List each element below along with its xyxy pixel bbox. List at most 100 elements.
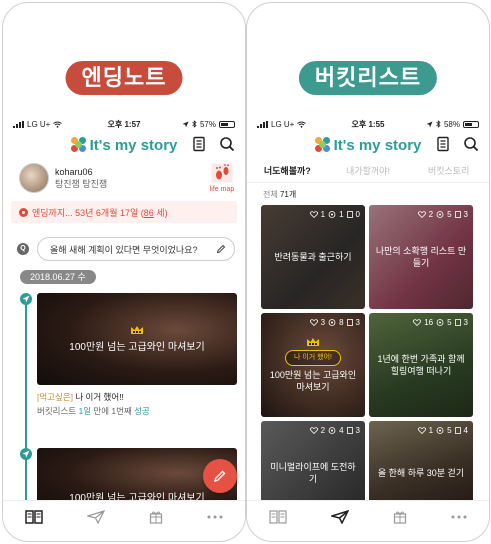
- ending-note-phone: 엔딩노트 LG U+ 오후 1:57 57% It's my story koh…: [2, 2, 246, 542]
- battery-icon: [463, 120, 479, 128]
- entries-count: 3: [463, 318, 468, 327]
- views-count: 5: [447, 210, 452, 219]
- entries-count: 0: [355, 210, 360, 219]
- timeline-date: 2018.06.27 수: [20, 270, 96, 284]
- question-badge: Q: [17, 243, 29, 255]
- bucket-card-title: 미니멀라이프에 도전하기: [270, 462, 356, 484]
- entry-meta-status: 성공: [134, 406, 150, 416]
- view-icon: [328, 427, 336, 434]
- logo-icon: [70, 137, 87, 153]
- tab-try-too[interactable]: 너도해볼까?: [247, 159, 328, 182]
- section-label-bucket-list: 버킷리스트: [298, 61, 438, 95]
- card-stats: 16 5 3: [413, 318, 468, 327]
- entry-meta-prefix: 버킷리스트: [37, 406, 79, 416]
- app-header: It's my story: [3, 133, 245, 157]
- status-bar: LG U+ 오후 1:55 58%: [257, 117, 479, 131]
- total-count: 전체 71개: [263, 189, 296, 200]
- battery-percent: 57%: [199, 119, 216, 129]
- timeline-send-icon: [20, 293, 32, 305]
- app-header: It's my story: [247, 133, 489, 157]
- views-count: 1: [339, 210, 344, 219]
- tab-bucket-story[interactable]: 버킷스토리: [408, 159, 489, 182]
- view-icon: [436, 319, 444, 326]
- entry-category[interactable]: [먹고싶은]: [37, 392, 73, 402]
- countdown-prefix: 엔딩까지... 53년 6개월 17일 (: [32, 207, 144, 218]
- question-text: 올해 새해 계획이 있다면 무엇이었나요?: [50, 244, 198, 255]
- crown-icon: [131, 326, 143, 334]
- notebook-icon[interactable]: [435, 136, 451, 152]
- entries-count: 3: [463, 210, 468, 219]
- tab-will-do[interactable]: 내가할꺼야!: [328, 159, 409, 182]
- more-icon[interactable]: [207, 515, 223, 519]
- doc-icon: [454, 427, 461, 434]
- question-input[interactable]: 올해 새해 계획이 있다면 무엇이었나요?: [37, 237, 235, 261]
- notebook-icon[interactable]: [191, 136, 207, 152]
- book-icon[interactable]: [25, 509, 43, 524]
- logo-icon: [314, 137, 331, 153]
- timeline-line: [25, 295, 27, 500]
- book-icon[interactable]: [269, 509, 287, 524]
- bucket-card-title: 나만의 소확행 리스트 만들기: [375, 246, 467, 268]
- bucket-card[interactable]: 16 5 3 1년에 한번 가족과 함께 힐링여행 떠나기: [369, 313, 473, 417]
- app-logo[interactable]: It's my story: [70, 137, 177, 154]
- more-icon[interactable]: [451, 515, 467, 519]
- countdown-suffix: 세): [153, 207, 168, 218]
- bluetooth-icon: [192, 120, 197, 128]
- pencil-icon[interactable]: [216, 244, 226, 254]
- write-fab-button[interactable]: [203, 459, 237, 493]
- gift-icon[interactable]: [149, 510, 163, 524]
- bucket-card-title: 1년에 한번 가족과 함께 힐링여행 떠나기: [377, 354, 465, 376]
- likes-count: 16: [424, 318, 434, 327]
- card-stats: 2 4 3: [309, 426, 360, 435]
- pencil-icon: [214, 470, 226, 482]
- doc-icon: [454, 211, 461, 218]
- app-logo[interactable]: It's my story: [314, 136, 422, 154]
- ending-countdown-banner: 엔딩까지... 53년 6개월 17일 (86 세): [11, 201, 237, 223]
- likes-count: 2: [428, 210, 434, 219]
- card-stats: 1 1 0: [309, 210, 360, 219]
- heart-icon: [309, 319, 318, 326]
- send-icon[interactable]: [331, 509, 349, 524]
- likes-count: 3: [320, 318, 326, 327]
- bucket-card[interactable]: 2 4 3 미니멀라이프에 도전하기: [261, 421, 365, 503]
- send-icon[interactable]: [87, 509, 105, 524]
- daily-question: Q 올해 새해 계획이 있다면 무엇이었나요?: [17, 237, 235, 261]
- username: koharu06: [55, 167, 93, 177]
- doc-icon: [454, 319, 461, 326]
- bucket-card[interactable]: 1 5 4 올 한해 하루 30분 걷기: [369, 421, 473, 503]
- entries-count: 4: [463, 426, 468, 435]
- bucket-card[interactable]: 1 1 0 반려동물과 출근하기: [261, 205, 365, 309]
- location-icon: [182, 121, 189, 127]
- bucket-list-phone: 버킷리스트 LG U+ 오후 1:55 58% It's my story 너도…: [246, 2, 490, 542]
- search-icon[interactable]: [219, 136, 235, 152]
- gift-icon[interactable]: [393, 510, 407, 524]
- bucket-card[interactable]: 2 5 3 나만의 소확행 리스트 만들기: [369, 205, 473, 309]
- location-icon: [426, 121, 433, 127]
- heart-icon: [417, 211, 426, 218]
- search-icon[interactable]: [463, 136, 479, 152]
- countdown-age: 86: [143, 207, 154, 218]
- bucket-tabs: 너도해볼까? 내가할꺼야! 버킷스토리: [247, 159, 489, 183]
- status-bar: LG U+ 오후 1:57 57%: [13, 117, 235, 131]
- lifemap-button[interactable]: life map: [207, 163, 237, 193]
- countdown-icon: [19, 207, 28, 217]
- bucket-card[interactable]: 3 8 3 나 이거 했어! 100만원 넘는 고급와인 마셔보기: [261, 313, 365, 417]
- app-title: It's my story: [333, 136, 422, 154]
- entries-count: 3: [355, 426, 360, 435]
- lifemap-label: life map: [209, 186, 235, 193]
- battery-percent: 58%: [443, 119, 460, 129]
- bucket-card-title: 올 한해 하루 30분 걷기: [377, 468, 465, 478]
- entry-card[interactable]: 100만원 넘는 고급와인 마셔보기: [37, 293, 237, 385]
- card-stats: 2 5 3: [417, 210, 468, 219]
- entry-meta-days: 1일: [78, 406, 92, 416]
- heart-icon: [309, 211, 318, 218]
- avatar[interactable]: [19, 163, 49, 193]
- doc-icon: [346, 427, 353, 434]
- bluetooth-icon: [436, 120, 441, 128]
- view-icon: [328, 211, 336, 218]
- card-stats: 3 8 3: [309, 318, 360, 327]
- entries-count: 3: [355, 318, 360, 327]
- bottom-navigation: [247, 500, 489, 532]
- heart-icon: [309, 427, 318, 434]
- view-icon: [436, 427, 444, 434]
